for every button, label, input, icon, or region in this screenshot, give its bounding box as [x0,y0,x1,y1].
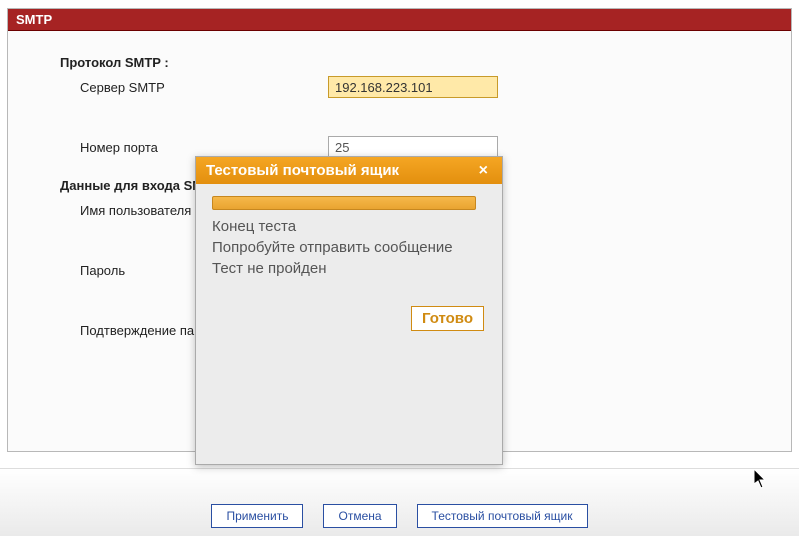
panel-title: SMTP [8,9,791,31]
test-mailbox-dialog: Тестовый почтовый ящик × Конец теста Поп… [195,156,503,465]
close-icon[interactable]: × [475,163,492,179]
dialog-line-3: Тест не пройден [212,258,486,279]
dialog-line-2: Попробуйте отправить сообщение [212,237,486,258]
dialog-body: Конец теста Попробуйте отправить сообщен… [196,184,502,464]
row-server: Сервер SMTP [28,76,771,98]
port-label: Номер порта [28,140,328,155]
server-input[interactable] [328,76,498,98]
protocol-section-label: Протокол SMTP : [60,55,771,70]
dialog-title-text: Тестовый почтовый ящик [206,162,399,179]
server-label: Сервер SMTP [28,80,328,95]
dialog-line-1: Конец теста [212,216,486,237]
port-input[interactable] [328,136,498,158]
cancel-button[interactable]: Отмена [323,504,396,528]
progress-bar [212,196,476,210]
done-button[interactable]: Готово [411,306,484,331]
dialog-titlebar[interactable]: Тестовый почтовый ящик × [196,157,502,184]
apply-button[interactable]: Применить [211,504,303,528]
row-port: Номер порта [28,136,771,158]
test-mailbox-button[interactable]: Тестовый почтовый ящик [417,504,588,528]
footer-bar: Применить Отмена Тестовый почтовый ящик [0,468,799,536]
